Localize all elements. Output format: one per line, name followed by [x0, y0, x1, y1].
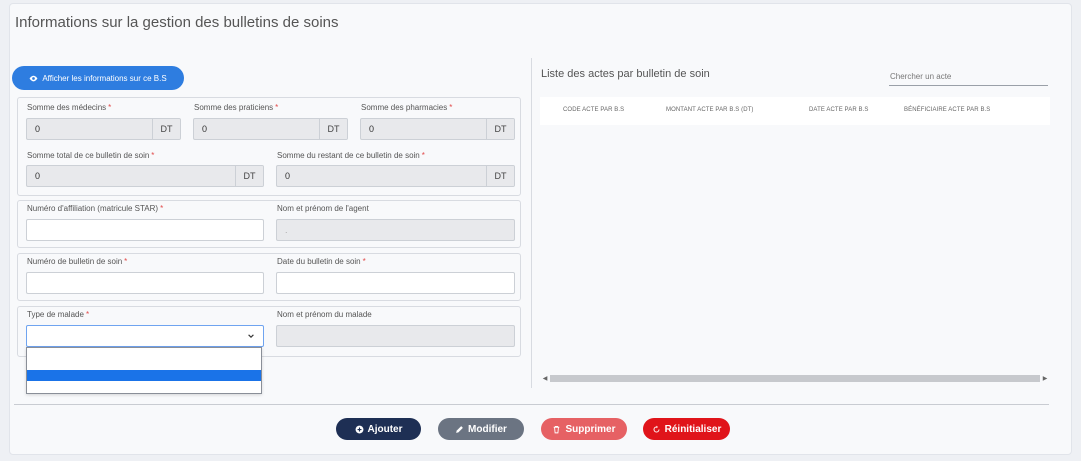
- scroll-right-icon[interactable]: ▶: [1040, 373, 1050, 383]
- totals-panel: Somme des médecins * 0 DT Somme des pratic…: [17, 97, 521, 196]
- acts-search-input[interactable]: [889, 68, 1048, 86]
- trash-icon: [554, 425, 560, 433]
- column-header[interactable]: DATE ACTE PAR B.S: [809, 107, 869, 113]
- dropdown-option-selected[interactable]: [27, 370, 261, 381]
- praticiens-field[interactable]: 0 DT: [193, 118, 348, 140]
- column-header[interactable]: MONTANT ACTE PAR B.S (DT): [666, 107, 754, 113]
- patient-type-dropdown[interactable]: [26, 347, 262, 394]
- acts-table-header: CODE ACTE PAR B.S MONTANT ACTE PAR B.S (…: [540, 97, 1050, 125]
- total-label: Somme total de ce bulletin de soin *: [27, 151, 155, 160]
- medecins-label: Somme des médecins *: [27, 103, 112, 112]
- plus-circle-icon: [355, 425, 363, 433]
- praticiens-label: Somme des praticiens *: [194, 103, 279, 112]
- show-bs-info-button[interactable]: Afficher les informations sur ce B.S: [12, 66, 184, 90]
- pencil-icon: [456, 425, 463, 433]
- acts-table-scrollbar[interactable]: ◀ ▶: [540, 373, 1050, 383]
- scroll-left-icon[interactable]: ◀: [540, 373, 550, 383]
- bulletin-date-input[interactable]: [276, 272, 515, 294]
- affiliation-label: Numéro d'affiliation (matricule STAR) *: [27, 204, 164, 213]
- delete-button-label: Supprimer: [565, 423, 616, 435]
- agent-panel: Numéro d'affiliation (matricule STAR) * N…: [17, 200, 521, 248]
- section-divider: [531, 58, 532, 388]
- pharmacies-currency: DT: [486, 119, 514, 139]
- delete-button[interactable]: Supprimer: [541, 418, 627, 440]
- total-field[interactable]: 0 DT: [26, 165, 264, 187]
- praticiens-currency: DT: [319, 119, 347, 139]
- total-currency: DT: [235, 166, 263, 186]
- patient-type-label: Type de malade *: [27, 310, 90, 319]
- pharmacies-field[interactable]: 0 DT: [360, 118, 515, 140]
- medecins-currency: DT: [152, 119, 180, 139]
- agent-name-field: .: [276, 219, 515, 241]
- add-button[interactable]: Ajouter: [336, 418, 421, 440]
- patient-name-field: [276, 325, 515, 347]
- bulletin-date-label: Date du bulletin de soin *: [277, 257, 366, 266]
- affiliation-input[interactable]: [26, 219, 264, 241]
- agent-name-label: Nom et prénom de l'agent: [277, 204, 369, 213]
- bulletin-number-input[interactable]: [26, 272, 264, 294]
- chevron-down-icon: [248, 334, 254, 338]
- column-header[interactable]: BÉNÉFICIAIRE ACTE PAR B.S: [904, 107, 990, 113]
- eye-icon: [29, 75, 38, 81]
- patient-type-select[interactable]: [26, 325, 264, 347]
- show-bs-info-label: Afficher les informations sur ce B.S: [42, 73, 167, 83]
- medecins-field[interactable]: 0 DT: [26, 118, 181, 140]
- restant-label: Somme du restant de ce bulletin de soin *: [277, 151, 425, 160]
- bulletin-number-label: Numéro de bulletin de soin *: [27, 257, 128, 266]
- scrollbar-thumb[interactable]: [550, 374, 1040, 382]
- dropdown-option-empty[interactable]: [27, 348, 261, 370]
- reset-button-label: Réinitialiser: [664, 423, 722, 435]
- pharmacies-label: Somme des pharmacies *: [361, 103, 453, 112]
- page-title: Informations sur la gestion des bulletin…: [15, 14, 339, 31]
- edit-button-label: Modifier: [468, 423, 507, 435]
- bulletin-panel: Numéro de bulletin de soin * Date du bull…: [17, 253, 521, 301]
- acts-list-title: Liste des actes par bulletin de soin: [541, 68, 710, 80]
- restant-field[interactable]: 0 DT: [276, 165, 515, 187]
- reset-button[interactable]: Réinitialiser: [643, 418, 730, 440]
- column-header[interactable]: CODE ACTE PAR B.S: [563, 107, 624, 113]
- footer-divider: [14, 404, 1049, 405]
- patient-name-label: Nom et prénom du malade: [277, 310, 372, 319]
- refresh-icon: [653, 425, 660, 432]
- restant-currency: DT: [486, 166, 514, 186]
- edit-button[interactable]: Modifier: [438, 418, 524, 440]
- add-button-label: Ajouter: [367, 423, 403, 435]
